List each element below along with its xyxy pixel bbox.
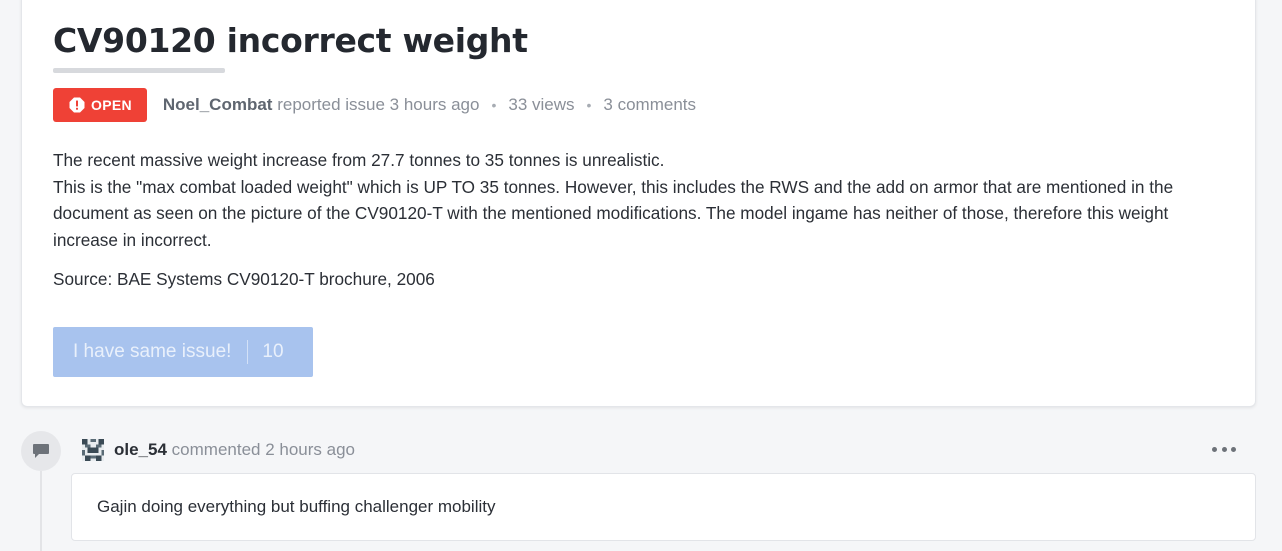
author-link[interactable]: Noel_Combat [163,95,273,115]
comment-box: Gajin doing everything but buffing chall… [71,473,1256,541]
comments-count[interactable]: 3 comments [603,95,696,115]
comment-marker [21,431,61,471]
same-issue-button[interactable]: I have same issue! 10 [53,327,313,377]
source-line: Source: BAE Systems CV90120-T brochure, … [53,269,435,289]
comment-meta: ole_54 commented 2 hours ago [114,440,355,460]
more-horizontal-icon[interactable] [1212,444,1236,454]
pixel-avatar[interactable] [82,439,104,461]
alert-octagon-icon [69,97,85,113]
same-issue-count: 10 [262,341,284,362]
body-paragraph: This is the "max combat loaded weight" w… [53,176,1174,250]
button-divider [247,340,249,364]
title-underline [53,68,225,73]
status-badge: OPEN [53,88,147,122]
body-paragraph: The recent massive weight increase from … [53,150,665,170]
comment-text: Gajin doing everything but buffing chall… [97,497,496,516]
comment-icon [33,444,49,458]
thread-line [40,471,42,551]
action-text-value: reported issue 3 hours ago [277,95,480,114]
comment-author[interactable]: ole_54 [114,440,167,459]
issue-title: CV90120 incorrect weight [53,21,528,60]
meta-separator: • [491,97,497,113]
more-dot [1212,446,1217,452]
issue-card: CV90120 incorrect weight OPEN Noel_Comba… [21,0,1256,407]
meta-separator: • [586,97,592,113]
same-issue-label: I have same issue! [73,341,232,362]
views-count: 33 views [508,95,575,114]
more-dot [1231,446,1236,452]
comment-time: commented 2 hours ago [171,440,356,459]
issue-body: The recent massive weight increase from … [53,147,1233,293]
action-text: reported issue 3 hours ago [272,95,479,115]
issue-meta: OPEN Noel_Combat reported issue 3 hours … [53,88,696,122]
status-label: OPEN [91,97,132,113]
more-dot [1221,446,1227,452]
